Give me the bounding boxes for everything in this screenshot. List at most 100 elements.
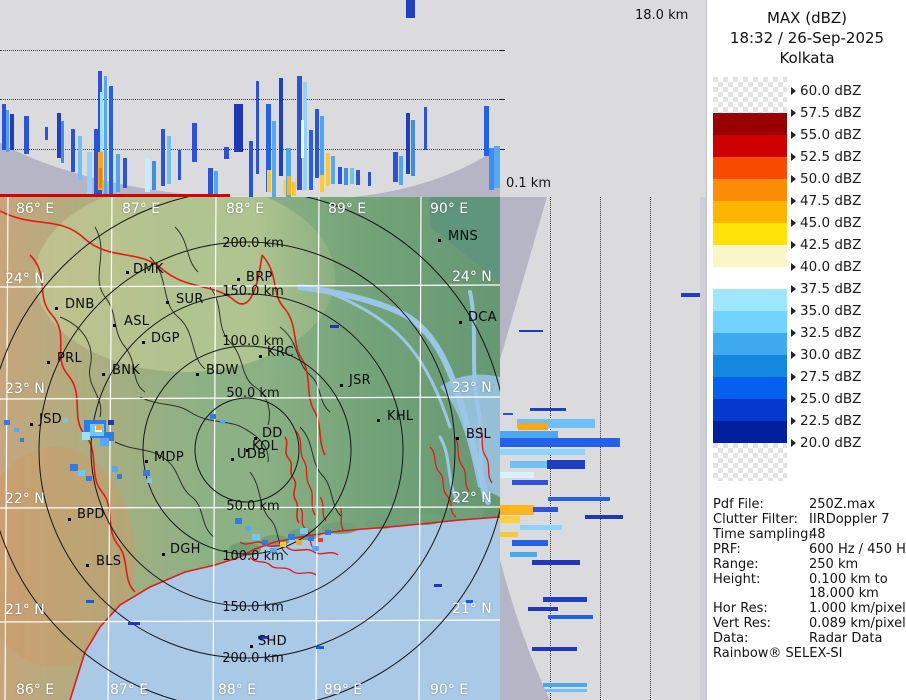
echo-speck [325,530,331,535]
echo-bar [532,560,580,565]
metadata-label: Pdf File: [713,497,764,512]
echo-bar [224,147,229,159]
graticule-label: 24° N [5,271,45,287]
echo-bar [510,461,547,468]
city-dot [145,460,148,463]
dbz-value: 60.0 dBZ [800,83,862,99]
metadata-row: Vert Res: 0.089 km/pixel [713,616,906,631]
echo-speck [280,542,286,547]
dbz-value: 27.5 dBZ [800,369,862,385]
graticule-label: 87° E [122,201,161,217]
metadata-label: Hor Res: [713,601,768,617]
city-dot [237,278,240,281]
echo-bar [208,168,213,197]
echo-bar [123,158,127,188]
echo-speck [300,528,308,534]
graticule-label: 89° E [328,201,367,217]
height-axis-max-label: 18.0 km [635,8,689,23]
city-dot [142,341,145,344]
echo-speck [86,600,94,603]
echo-bar [320,175,324,192]
echo-bar [406,0,415,18]
city-label: BPD [77,507,105,522]
city-dot [102,373,105,376]
city-dot [126,271,129,274]
range-ring-label: 50.0 km [226,386,280,401]
graticule-label: 86° E [16,201,55,217]
radar-display-window: 18.0 km 0.1 km 200.0 km 150.0 km 100.0 k… [0,0,906,700]
echo-speck [252,534,260,540]
metadata-value: 600 Hz / 450 Hz [809,541,906,557]
echo-bar [161,129,165,186]
graticule-label: 21° N [452,601,492,617]
metadata-label: Range: [713,556,759,572]
echo-bar [406,113,410,174]
echo-bar [411,120,415,176]
city-label: KHL [387,409,414,424]
metadata-row: Range: 250 km [713,557,905,572]
color-scale-cell [713,443,787,481]
echo-bar [152,161,156,190]
color-scale-cell [713,399,787,421]
echo-bar [500,449,585,455]
city-label: SHD [258,634,287,649]
echo-bar [326,153,330,186]
echo-bar [500,472,534,478]
echo-bar [528,607,558,611]
metadata-row: Clutter Filter: IIRDoppler 7 [713,512,905,527]
echo-speck [20,438,24,442]
echo-bar [272,121,276,197]
echo-speck [296,540,302,545]
dbz-value: 32.5 dBZ [800,325,862,341]
graticule-label: 23° N [452,380,492,396]
echo-bar [500,431,558,438]
dbz-value: 30.0 dBZ [800,347,862,363]
city-label: ASL [124,314,150,329]
echo-speck [210,414,216,419]
echo-bar [167,136,171,184]
color-scale-label: 22.5 dBZ [791,413,861,429]
echo-bar [393,152,398,182]
echo-speck [78,470,85,476]
color-scale-label: 25.0 dBZ [791,391,861,407]
color-scale-cell [713,179,787,201]
dbz-value: 55.0 dBZ [800,127,862,143]
dbz-value: 57.5 dBZ [800,105,862,121]
city-dot [30,423,33,426]
city-dot [459,321,462,324]
top-height-profile-panel [0,0,500,197]
echo-speck [63,418,68,422]
city-dot [196,373,199,376]
metadata-value: 0.100 km to [809,571,888,587]
color-scale-label: 35.0 dBZ [791,303,861,319]
echo-bar [548,497,610,501]
tick-triangle-icon [791,329,796,337]
echo-speck [308,536,314,541]
city-dot [340,384,343,387]
metadata-value: 250Z.max [809,497,876,512]
color-scale-label: 60.0 dBZ [791,83,861,99]
color-scale-label: 50.0 dBZ [791,171,861,187]
metadata-row: Height: 0.100 km to [713,572,905,587]
city-dot [438,239,441,242]
city-dot [259,355,262,358]
echo-bar [45,127,48,140]
echo-bar [543,683,587,687]
metadata-row: Data: Radar Data [713,631,905,646]
echo-bar [279,78,283,176]
dbz-value: 25.0 dBZ [800,391,862,407]
city-label: KRC [267,345,294,360]
tick-triangle-icon [791,131,796,139]
range-ring-label: 150.0 km [222,284,284,299]
metadata-label: PRF: [713,541,741,557]
color-scale-label: 55.0 dBZ [791,127,861,143]
height-axis-strip: 18.0 km 0.1 km [500,0,706,197]
echo-speck [96,425,102,430]
range-ring-label: 200.0 km [222,236,284,251]
echo-speck [262,540,268,545]
color-scale-label: 42.5 dBZ [791,237,861,253]
graticule-label: 90° E [430,201,469,217]
echo-bar [543,597,587,602]
side-height-profile-panel [500,197,706,700]
city-dot [68,518,71,521]
